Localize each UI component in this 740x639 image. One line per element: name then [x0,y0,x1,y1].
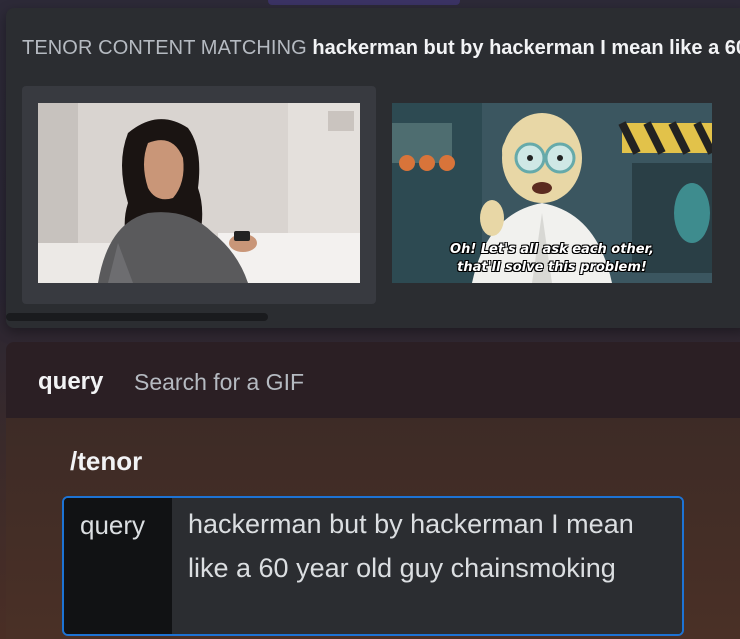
option-hint-bar: query Search for a GIF [6,342,740,418]
option-name: query [38,368,104,395]
horizontal-scrollbar[interactable] [6,313,740,321]
popup-header-label: TENOR CONTENT MATCHING [22,37,307,59]
popup-search-term: hackerman but by hackerman I mean like a… [312,37,740,59]
command-name: /tenor [70,446,143,476]
gif-result-2[interactable]: Oh! Let's all ask each other, that'll so… [390,86,740,304]
slash-command-input-area: /tenor query hackerman but by hackerman … [6,418,740,639]
query-parameter-field[interactable]: query hackerman but by hackerman I mean … [62,496,684,636]
gif-autocomplete-popup: TENOR CONTENT MATCHING hackerman but by … [6,8,740,328]
popup-header: TENOR CONTENT MATCHING hackerman but by … [22,36,740,60]
scrollbar-thumb[interactable] [6,313,268,321]
option-description: Search for a GIF [134,369,305,395]
param-value-input[interactable]: hackerman but by hackerman I mean like a… [172,498,682,634]
gif-results-row: Oh! Let's all ask each other, that'll so… [22,86,740,306]
gif-result-1[interactable] [22,86,376,304]
gif-caption: Oh! Let's all ask each other, that'll so… [450,242,654,275]
gif-thumbnail-woman-typing-phone-icon[interactable] [38,103,360,283]
param-label: query [64,498,172,634]
top-accent-bar [268,0,460,5]
gif-thumbnail-professor-farnsworth-icon[interactable]: Oh! Let's all ask each other, that'll so… [392,103,712,283]
